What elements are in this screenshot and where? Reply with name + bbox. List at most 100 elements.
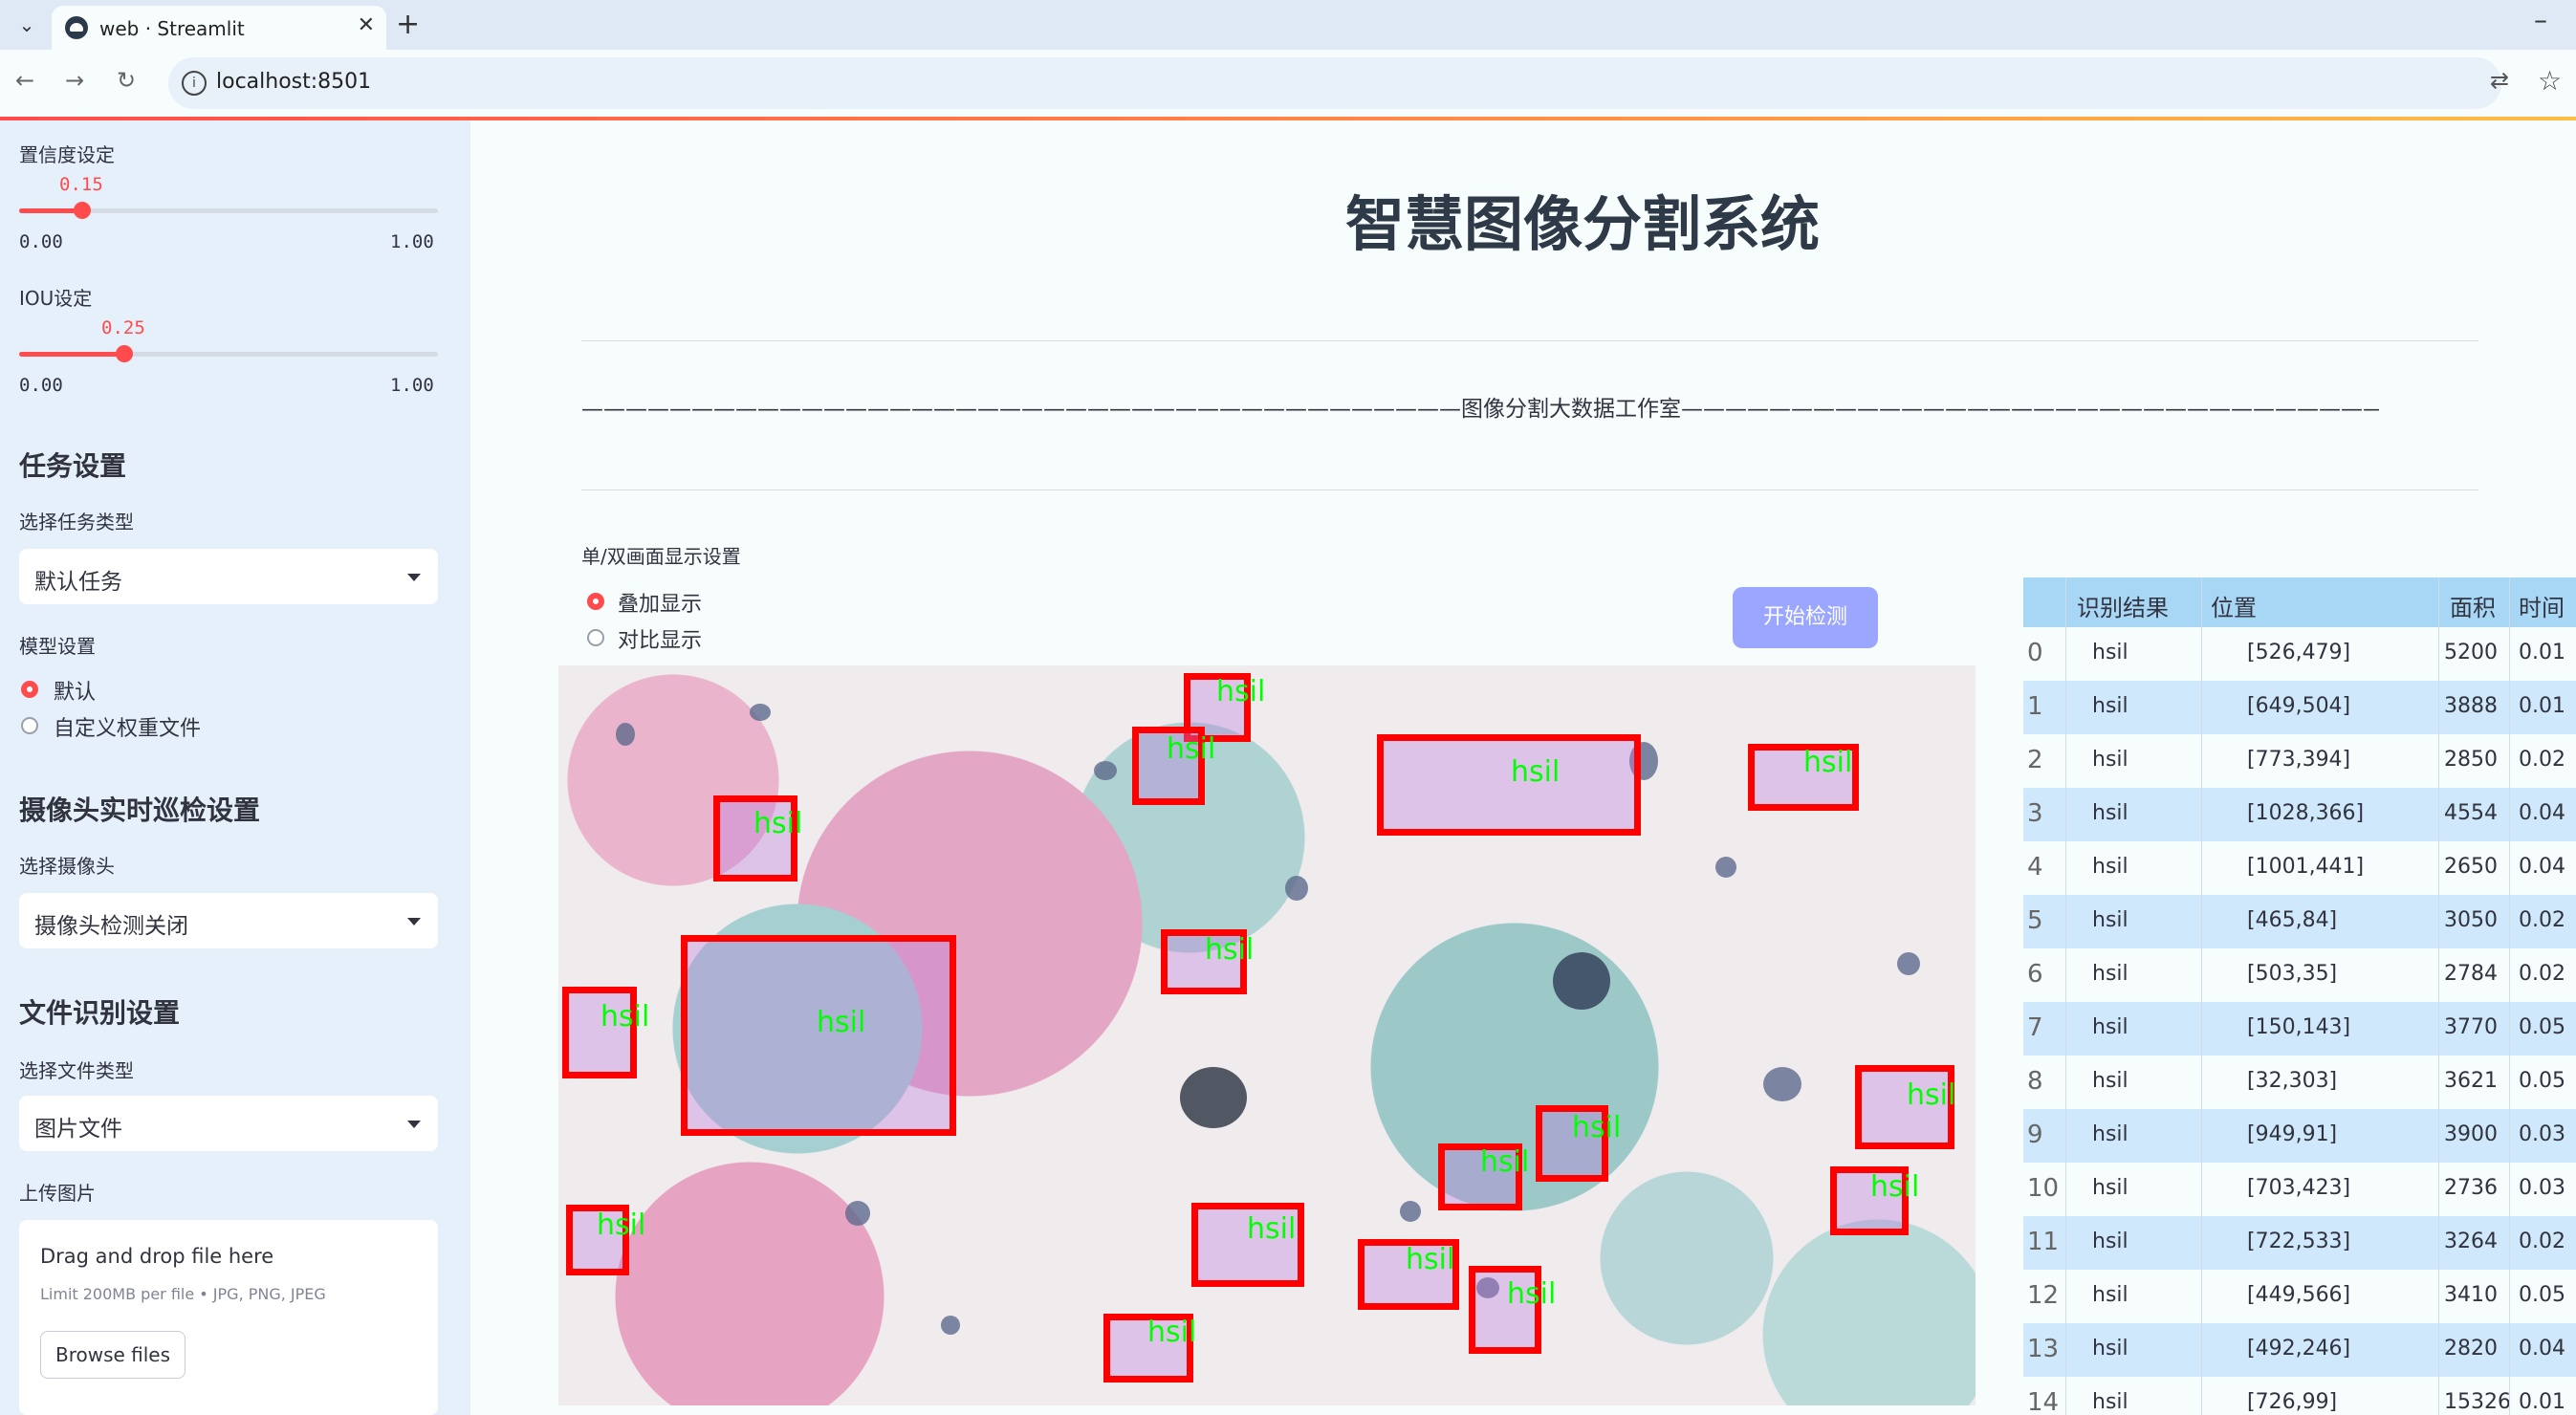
row-class: hsil <box>2092 855 2128 879</box>
cell-nucleus <box>1553 952 1610 1010</box>
table-row[interactable]: 7 hsil [150,143] 3770 0.05 <box>2023 1002 2576 1056</box>
row-time: 0.03 <box>2519 1122 2565 1146</box>
results-table[interactable]: 识别结果 位置 面积 时间 0 hsil [526,479] 5200 0.01 1 hsi… <box>2023 577 2576 1415</box>
table-row[interactable]: 4 hsil [1001,441] 2650 0.04 <box>2023 841 2576 895</box>
file-type-select[interactable]: 图片文件 <box>19 1096 438 1151</box>
table-row[interactable]: 6 hsil [503,35] 2784 0.02 <box>2023 948 2576 1002</box>
iou-slider-fill <box>19 352 124 357</box>
header-position[interactable]: 位置 <box>2211 589 2257 622</box>
table-row[interactable]: 0 hsil [526,479] 5200 0.01 <box>2023 627 2576 681</box>
detection-label: hsil <box>753 807 803 840</box>
iou-slider[interactable] <box>19 345 438 362</box>
compare-display-radio[interactable] <box>587 629 604 646</box>
table-header: 识别结果 位置 面积 时间 <box>2023 577 2576 627</box>
chevron-down-icon <box>407 1121 421 1128</box>
table-row[interactable]: 5 hsil [465,84] 3050 0.02 <box>2023 895 2576 948</box>
detection-label: hsil <box>1216 675 1266 708</box>
detection-box <box>1377 734 1641 836</box>
row-class: hsil <box>2092 1015 2128 1039</box>
row-area: 4554 <box>2444 801 2498 825</box>
row-position: [32,303] <box>2247 1069 2338 1093</box>
row-time: 0.02 <box>2519 962 2565 986</box>
back-icon[interactable]: ← <box>15 67 34 94</box>
detection-label: hsil <box>1511 755 1561 789</box>
confidence-label: 置信度设定 <box>19 143 115 166</box>
header-time[interactable]: 时间 <box>2519 589 2565 622</box>
table-row[interactable]: 11 hsil [722,533] 3264 0.02 <box>2023 1216 2576 1270</box>
row-index: 8 <box>2027 1067 2043 1096</box>
new-tab-icon[interactable]: + <box>396 8 420 41</box>
overlay-display-label: 叠加显示 <box>618 593 703 617</box>
row-area: 3264 <box>2444 1230 2498 1253</box>
cell-nucleus <box>1285 876 1308 901</box>
confidence-max: 1.00 <box>390 231 434 252</box>
cell-nucleus <box>1400 1201 1421 1222</box>
row-area: 3410 <box>2444 1283 2498 1307</box>
file-uploader-dropzone[interactable]: Drag and drop file here Limit 200MB per … <box>19 1220 438 1415</box>
display-settings-label: 单/双画面显示设置 <box>581 545 741 568</box>
row-area: 5200 <box>2444 641 2498 664</box>
cell-nucleus <box>616 723 635 746</box>
table-row[interactable]: 10 hsil [703,423] 2736 0.03 <box>2023 1163 2576 1216</box>
row-index: 14 <box>2027 1388 2060 1415</box>
row-time: 0.01 <box>2519 1390 2565 1414</box>
iou-value: 0.25 <box>101 317 145 338</box>
row-index: 6 <box>2027 960 2043 989</box>
streamlit-logo-icon <box>65 16 88 39</box>
iou-slider-thumb[interactable] <box>116 345 133 362</box>
table-row[interactable]: 3 hsil [1028,366] 4554 0.04 <box>2023 788 2576 841</box>
start-detection-label: 开始检测 <box>1762 605 1847 629</box>
row-time: 0.02 <box>2519 748 2565 772</box>
start-detection-button[interactable]: 开始检测 <box>1733 587 1878 648</box>
table-row[interactable]: 13 hsil [492,246] 2820 0.04 <box>2023 1323 2576 1377</box>
detection-label: hsil <box>1507 1277 1557 1311</box>
overlay-display-radio[interactable] <box>587 593 604 610</box>
table-row[interactable]: 12 hsil [449,566] 3410 0.05 <box>2023 1270 2576 1323</box>
reload-icon[interactable]: ↻ <box>117 67 136 94</box>
browser-tab[interactable]: web · Streamlit ✕ <box>52 6 386 50</box>
header-area[interactable]: 面积 <box>2450 589 2496 622</box>
upload-limit-text: Limit 200MB per file • JPG, PNG, JPEG <box>40 1285 326 1303</box>
row-index: 0 <box>2027 639 2043 667</box>
tab-list-chevron-icon[interactable]: ⌄ <box>13 11 40 38</box>
confidence-slider-thumb[interactable] <box>74 202 91 219</box>
camera-select[interactable]: 摄像头检测关闭 <box>19 893 438 948</box>
task-type-select[interactable]: 默认任务 <box>19 549 438 604</box>
url-field[interactable]: i localhost:8501 <box>168 57 2501 109</box>
forward-icon[interactable]: → <box>65 67 84 94</box>
close-icon[interactable]: ✕ <box>358 13 375 37</box>
detection-label: hsil <box>1803 746 1853 779</box>
model-default-radio[interactable] <box>21 681 38 698</box>
row-time: 0.03 <box>2519 1176 2565 1200</box>
site-info-icon[interactable]: i <box>182 71 207 96</box>
file-settings-header: 文件识别设置 <box>19 997 181 1029</box>
table-row[interactable]: 1 hsil [649,504] 3888 0.01 <box>2023 681 2576 734</box>
confidence-value: 0.15 <box>59 174 103 195</box>
table-row[interactable]: 14 hsil [726,99] 15326 0.01 <box>2023 1377 2576 1415</box>
row-position: [492,246] <box>2247 1337 2351 1361</box>
row-position: [773,394] <box>2247 748 2351 772</box>
detection-label: hsil <box>1572 1111 1622 1144</box>
translate-icon[interactable]: ⇄ <box>2490 67 2509 94</box>
detection-label: hsil <box>1247 1212 1297 1246</box>
browse-files-button[interactable]: Browse files <box>40 1331 186 1379</box>
column-divider <box>2438 577 2439 1415</box>
row-position: [649,504] <box>2247 694 2351 718</box>
model-custom-radio[interactable] <box>21 717 38 734</box>
row-class: hsil <box>2092 1230 2128 1253</box>
header-class[interactable]: 识别结果 <box>2077 589 2169 622</box>
row-area: 3770 <box>2444 1015 2498 1039</box>
bookmark-star-icon[interactable]: ☆ <box>2538 65 2562 97</box>
row-time: 0.04 <box>2519 801 2565 825</box>
cell-nucleus <box>845 1201 870 1226</box>
table-row[interactable]: 9 hsil [949,91] 3900 0.03 <box>2023 1109 2576 1163</box>
confidence-slider[interactable] <box>19 202 438 219</box>
table-row[interactable]: 8 hsil [32,303] 3621 0.05 <box>2023 1056 2576 1109</box>
row-position: [503,35] <box>2247 962 2338 986</box>
row-time: 0.05 <box>2519 1069 2565 1093</box>
minimize-icon[interactable]: – <box>2534 4 2547 35</box>
detection-label: hsil <box>1480 1145 1530 1179</box>
row-area: 2736 <box>2444 1176 2498 1200</box>
table-row[interactable]: 2 hsil [773,394] 2850 0.02 <box>2023 734 2576 788</box>
detection-label: hsil <box>817 1006 866 1039</box>
